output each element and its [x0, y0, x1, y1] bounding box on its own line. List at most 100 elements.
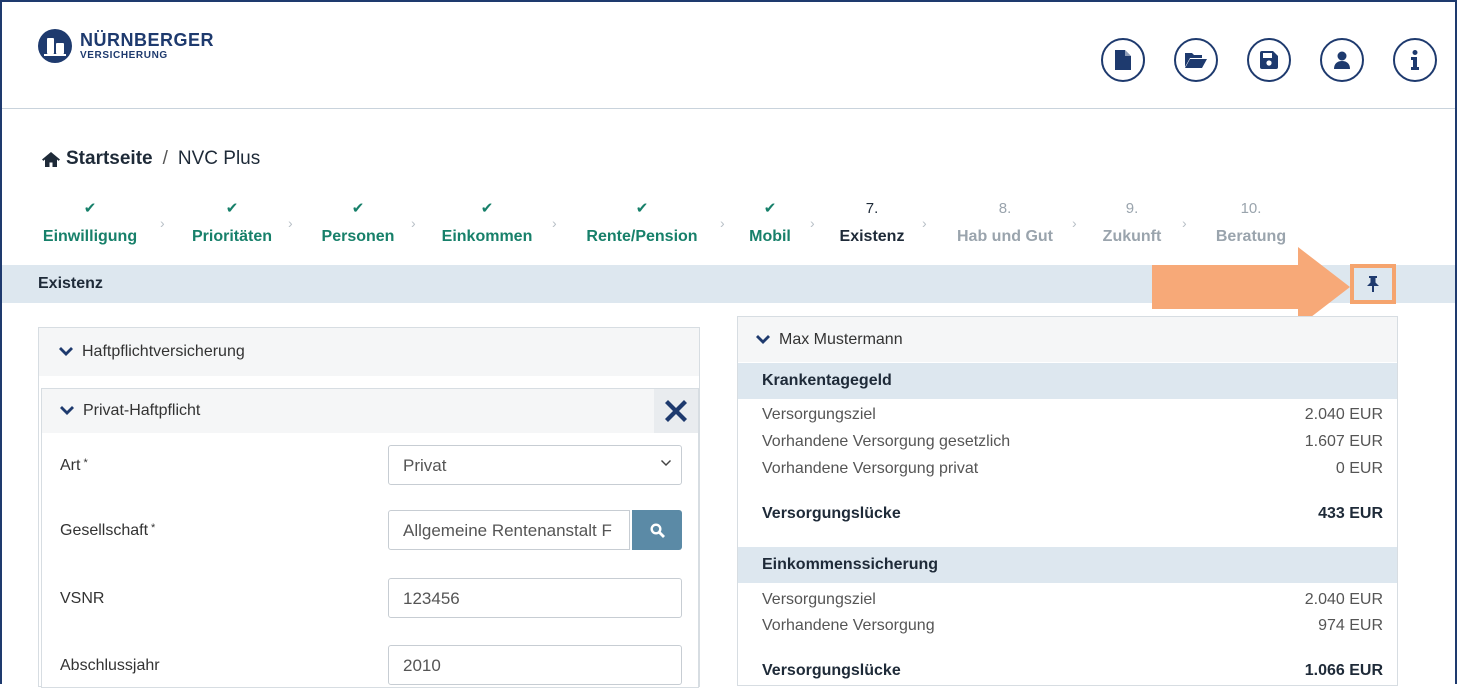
vsnr-input[interactable]: 123456: [388, 578, 682, 618]
new-file-button[interactable]: [1101, 38, 1145, 82]
step-label: Existenz: [839, 228, 905, 245]
chevron-right-icon: ›: [922, 215, 927, 231]
field-gesellschaft: Gesellschaft * Allgemeine Rentenanstalt F: [42, 510, 698, 550]
liability-panel: Haftpflichtversicherung Privat-Haftpflic…: [38, 327, 700, 688]
row-label: Vorhandene Versorgung gesetzlich: [762, 433, 1011, 450]
coverage-summary-panel: Max Mustermann Krankentagegeld Versorgun…: [737, 316, 1398, 686]
brand-name: NÜRNBERGER: [80, 30, 215, 50]
check-icon: ✔: [351, 200, 365, 217]
breadcrumb-current: NVC Plus: [177, 148, 261, 169]
row-value: 2.040 EUR: [1304, 591, 1383, 608]
chevron-right-icon: ›: [552, 215, 557, 231]
step-prioritaeten[interactable]: ✔ Prioritäten: [184, 199, 280, 246]
gap-row: Versorgungslücke 433 EUR: [762, 505, 1383, 527]
breadcrumb: Startseite / NVC Plus: [42, 148, 260, 170]
step-label: Einkommen: [441, 228, 533, 245]
chevron-down-icon: [60, 406, 74, 415]
pin-button[interactable]: [1350, 264, 1396, 304]
chevron-right-icon: ›: [1182, 215, 1187, 231]
art-label: Art *: [60, 457, 88, 474]
close-icon: [665, 400, 687, 422]
chevron-right-icon: ›: [810, 215, 815, 231]
row-value: 0 EUR: [1335, 460, 1383, 477]
field-abschlussjahr: Abschlussjahr 2010: [42, 645, 698, 685]
step-label: Beratung: [1215, 228, 1287, 245]
gap-value: 433 EUR: [1318, 505, 1383, 522]
check-icon: ✔: [480, 200, 494, 217]
check-icon: ✔: [83, 200, 97, 217]
step-zukunft[interactable]: 9. Zukunft: [1096, 199, 1168, 246]
private-liability-header[interactable]: Privat-Haftpflicht: [42, 389, 698, 433]
section-title: Existenz: [38, 275, 103, 292]
chevron-down-icon: [661, 460, 671, 466]
person-name: Max Mustermann: [779, 330, 903, 348]
logo-icon: [38, 29, 72, 63]
remove-button[interactable]: [654, 389, 698, 433]
gesellschaft-label: Gesellschaft *: [60, 522, 156, 539]
summary-row: Versorgungsziel 2.040 EUR: [762, 406, 1383, 428]
user-button[interactable]: [1320, 38, 1364, 82]
folder-open-icon: [1185, 53, 1207, 68]
gap-label: Versorgungslücke: [762, 662, 901, 679]
open-file-button[interactable]: [1174, 38, 1218, 82]
step-label: Mobil: [749, 228, 791, 245]
step-mobil[interactable]: ✔ Mobil: [744, 199, 796, 246]
summary-row: Vorhandene Versorgung 974 EUR: [762, 617, 1383, 639]
vsnr-label: VSNR: [60, 590, 105, 607]
gesellschaft-input[interactable]: Allgemeine Rentenanstalt F: [388, 510, 630, 550]
save-button[interactable]: [1247, 38, 1291, 82]
check-icon: ✔: [763, 200, 777, 217]
row-label: Versorgungsziel: [762, 406, 876, 423]
chevron-right-icon: ›: [720, 215, 725, 231]
private-liability-title: Privat-Haftpflicht: [83, 402, 201, 419]
file-icon: [1115, 50, 1131, 70]
step-number: 8.: [998, 200, 1012, 217]
brand-subtitle: VERSICHERUNG: [80, 50, 168, 61]
liability-panel-header[interactable]: Haftpflichtversicherung: [39, 328, 699, 376]
step-label: Hab und Gut: [957, 228, 1053, 245]
field-vsnr: VSNR 123456: [42, 578, 698, 618]
step-hab-und-gut[interactable]: 8. Hab und Gut: [950, 199, 1060, 246]
chevron-right-icon: ›: [160, 215, 165, 231]
summary-row: Vorhandene Versorgung gesetzlich 1.607 E…: [762, 433, 1383, 455]
search-button[interactable]: [632, 510, 682, 550]
gap-row: Versorgungslücke 1.066 EUR: [762, 662, 1383, 684]
home-icon: [42, 151, 60, 167]
step-beratung[interactable]: 10. Beratung: [1208, 199, 1294, 246]
chevron-down-icon: [756, 334, 770, 344]
step-label: Prioritäten: [191, 228, 272, 245]
check-icon: ✔: [225, 200, 239, 217]
chevron-right-icon: ›: [411, 215, 416, 231]
info-button[interactable]: [1393, 38, 1437, 82]
abschlussjahr-input[interactable]: 2010: [388, 645, 682, 685]
step-rente-pension[interactable]: ✔ Rente/Pension: [580, 199, 704, 246]
person-header[interactable]: Max Mustermann: [738, 317, 1397, 362]
row-value: 974 EUR: [1318, 617, 1383, 634]
breadcrumb-home[interactable]: Startseite: [42, 148, 153, 170]
private-liability-panel: Privat-Haftpflicht Art * Privat Gesellsch…: [41, 388, 699, 688]
step-einkommen[interactable]: ✔ Einkommen: [438, 199, 536, 246]
einkommenssicherung-header: Einkommenssicherung: [738, 547, 1397, 583]
chevron-right-icon: ›: [288, 215, 293, 231]
save-icon: [1260, 51, 1278, 69]
check-icon: ✔: [635, 200, 649, 217]
info-icon: [1411, 50, 1419, 70]
highlight-arrow-icon: [1152, 247, 1350, 327]
chevron-right-icon: ›: [1072, 215, 1077, 231]
step-einwilligung[interactable]: ✔ Einwilligung: [38, 199, 142, 246]
row-value: 2.040 EUR: [1304, 406, 1383, 423]
row-label: Vorhandene Versorgung privat: [762, 460, 979, 477]
search-icon: [649, 522, 665, 538]
gap-label: Versorgungslücke: [762, 505, 901, 522]
header-actions: [1101, 38, 1437, 82]
brand-logo[interactable]: NÜRNBERGER VERSICHERUNG: [38, 29, 214, 63]
row-label: Versorgungsziel: [762, 591, 876, 608]
art-select-value: Privat: [403, 456, 447, 475]
krankentagegeld-title: Krankentagegeld: [762, 372, 892, 389]
step-label: Zukunft: [1102, 228, 1162, 245]
art-select[interactable]: Privat: [388, 445, 682, 485]
step-existenz[interactable]: 7. Existenz: [836, 199, 908, 246]
step-personen[interactable]: ✔ Personen: [318, 199, 398, 246]
step-number: 9.: [1125, 200, 1139, 217]
breadcrumb-separator: /: [162, 148, 168, 169]
